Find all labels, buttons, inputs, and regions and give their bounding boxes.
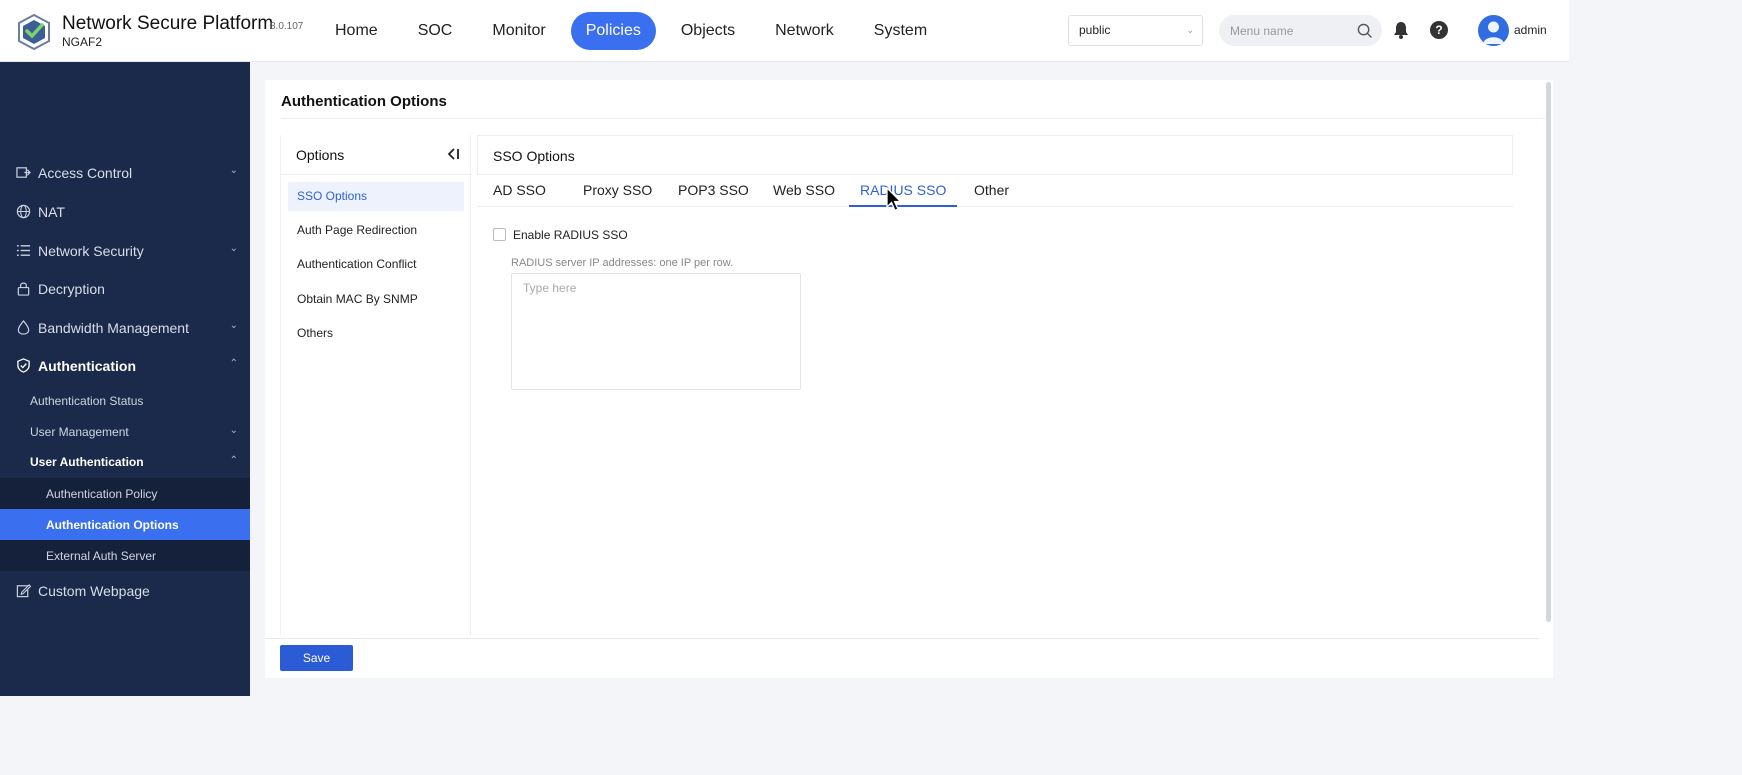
chevron-down-icon: ⌄ (1186, 25, 1194, 35)
version-label: 8.0.107 (270, 21, 304, 32)
enable-radius-sso-label: Enable RADIUS SSO (513, 228, 628, 242)
chevron-up-icon: ⌃ (229, 358, 238, 369)
nav-soc[interactable]: SOC (403, 12, 468, 50)
chevron-down-icon: ⌄ (229, 165, 238, 176)
sidebar-item-label: Authentication Status (30, 394, 144, 408)
sidebar-item-label: Authentication (38, 358, 136, 374)
brand-title: Network Secure Platform (62, 13, 274, 34)
sidebar-item-user-management[interactable]: User Management ⌄ (0, 416, 250, 447)
sidebar-item-label: Bandwidth Management (38, 320, 189, 336)
shield-check-icon (17, 358, 30, 373)
platform-logo-icon (18, 14, 50, 50)
enable-radius-sso-checkbox[interactable] (493, 228, 506, 241)
sidebar-item-label: Decryption (38, 281, 105, 297)
page-title: Authentication Options (281, 93, 447, 110)
collapse-left-icon[interactable] (446, 147, 460, 161)
sidebar-item-label: User Management (30, 425, 129, 439)
sso-options-title: SSO Options (493, 148, 575, 164)
sidebar-item-access-control[interactable]: Access Control ⌄ (0, 154, 250, 192)
sidebar-item-authentication[interactable]: Authentication ⌃ (0, 347, 250, 385)
main-nav: Home SOC Monitor Policies Objects Networ… (320, 12, 952, 50)
options-header: Options (281, 135, 472, 175)
nav-home[interactable]: Home (320, 12, 393, 50)
vsys-select[interactable]: public ⌄ (1068, 15, 1203, 46)
title-divider (281, 118, 1545, 119)
radius-ip-textarea[interactable] (511, 273, 801, 390)
brand-model: NGAF2 (62, 35, 103, 49)
search-icon[interactable] (1357, 23, 1372, 38)
user-avatar-icon (1483, 21, 1504, 44)
tab-ad-sso[interactable]: AD SSO (493, 182, 546, 207)
avatar[interactable] (1478, 15, 1509, 46)
option-sso-options[interactable]: SSO Options (288, 182, 464, 211)
lock-icon (17, 282, 30, 296)
sidebar-item-label: External Auth Server (46, 549, 157, 563)
sidebar-item-custom-webpage[interactable]: Custom Webpage (0, 572, 250, 610)
save-button[interactable]: Save (280, 645, 353, 671)
access-control-icon (16, 167, 31, 178)
vertical-scrollbar[interactable] (1546, 82, 1551, 622)
vsys-value: public (1079, 23, 1111, 37)
ip-hint: RADIUS server IP addresses: one IP per r… (511, 257, 734, 269)
nav-system[interactable]: System (859, 12, 942, 50)
sso-options-header: SSO Options (477, 135, 1513, 175)
sidebar-item-label: Network Security (38, 243, 144, 259)
help-icon[interactable]: ? (1430, 21, 1448, 39)
option-authentication-conflict[interactable]: Authentication Conflict (288, 250, 464, 279)
sidebar-item-decryption[interactable]: Decryption (0, 270, 250, 308)
sidebar-item-label: NAT (38, 204, 65, 220)
tab-proxy-sso[interactable]: Proxy SSO (583, 182, 652, 207)
user-name[interactable]: admin (1514, 23, 1547, 37)
nav-policies[interactable]: Policies (570, 12, 656, 50)
nav-network[interactable]: Network (760, 12, 849, 50)
menu-search-input[interactable] (1219, 15, 1339, 46)
nat-globe-icon (16, 204, 31, 219)
sidebar-item-label: Authentication Options (46, 518, 179, 532)
sidebar-item-network-security[interactable]: Network Security ⌄ (0, 232, 250, 270)
top-header: Network Secure Platform NGAF2 8.0.107 Ho… (0, 0, 1569, 62)
tab-other[interactable]: Other (974, 182, 1009, 207)
bell-icon[interactable] (1393, 21, 1409, 39)
sidebar-item-nat[interactable]: NAT (0, 193, 250, 231)
sidebar-item-authentication-options[interactable]: Authentication Options (0, 509, 250, 540)
tab-web-sso[interactable]: Web SSO (773, 182, 835, 207)
sidebar-item-label: Custom Webpage (38, 583, 150, 599)
menu-search (1219, 15, 1382, 46)
chevron-down-icon: ⌄ (229, 425, 238, 436)
mouse-cursor-icon (886, 187, 903, 212)
chevron-up-icon: ⌃ (229, 455, 238, 466)
sso-tabs: AD SSO Proxy SSO POP3 SSO Web SSO RADIUS… (477, 176, 1513, 207)
option-auth-page-redirection[interactable]: Auth Page Redirection (288, 216, 464, 245)
chevron-down-icon: ⌄ (229, 320, 238, 331)
options-list: Options SSO Options Auth Page Redirectio… (280, 135, 472, 635)
sidebar-item-authentication-status[interactable]: Authentication Status (0, 385, 250, 416)
sidebar-item-label: User Authentication (30, 455, 144, 469)
tab-pop3-sso[interactable]: POP3 SSO (678, 182, 749, 207)
sidebar-item-external-auth-server[interactable]: External Auth Server (0, 540, 250, 571)
nav-monitor[interactable]: Monitor (477, 12, 560, 50)
edit-icon (16, 584, 31, 598)
options-title: Options (296, 147, 345, 163)
droplet-icon (17, 320, 30, 335)
main-panel: Authentication Options Options SSO Optio… (265, 80, 1553, 678)
sidebar-item-user-authentication[interactable]: User Authentication ⌃ (0, 446, 250, 477)
sidebar: Access Control ⌄ NAT Network Security ⌄ … (0, 62, 250, 696)
sidebar-item-bandwidth-management[interactable]: Bandwidth Management ⌄ (0, 309, 250, 347)
option-others[interactable]: Others (288, 319, 464, 348)
chevron-down-icon: ⌄ (229, 243, 238, 254)
footer-divider (265, 638, 1539, 639)
sidebar-item-authentication-policy[interactable]: Authentication Policy (0, 478, 250, 509)
option-obtain-mac-by-snmp[interactable]: Obtain MAC By SNMP (288, 285, 464, 314)
network-security-list-icon (16, 245, 31, 256)
nav-objects[interactable]: Objects (666, 12, 750, 50)
sidebar-item-label: Authentication Policy (46, 487, 158, 501)
sidebar-item-label: Access Control (38, 165, 133, 181)
